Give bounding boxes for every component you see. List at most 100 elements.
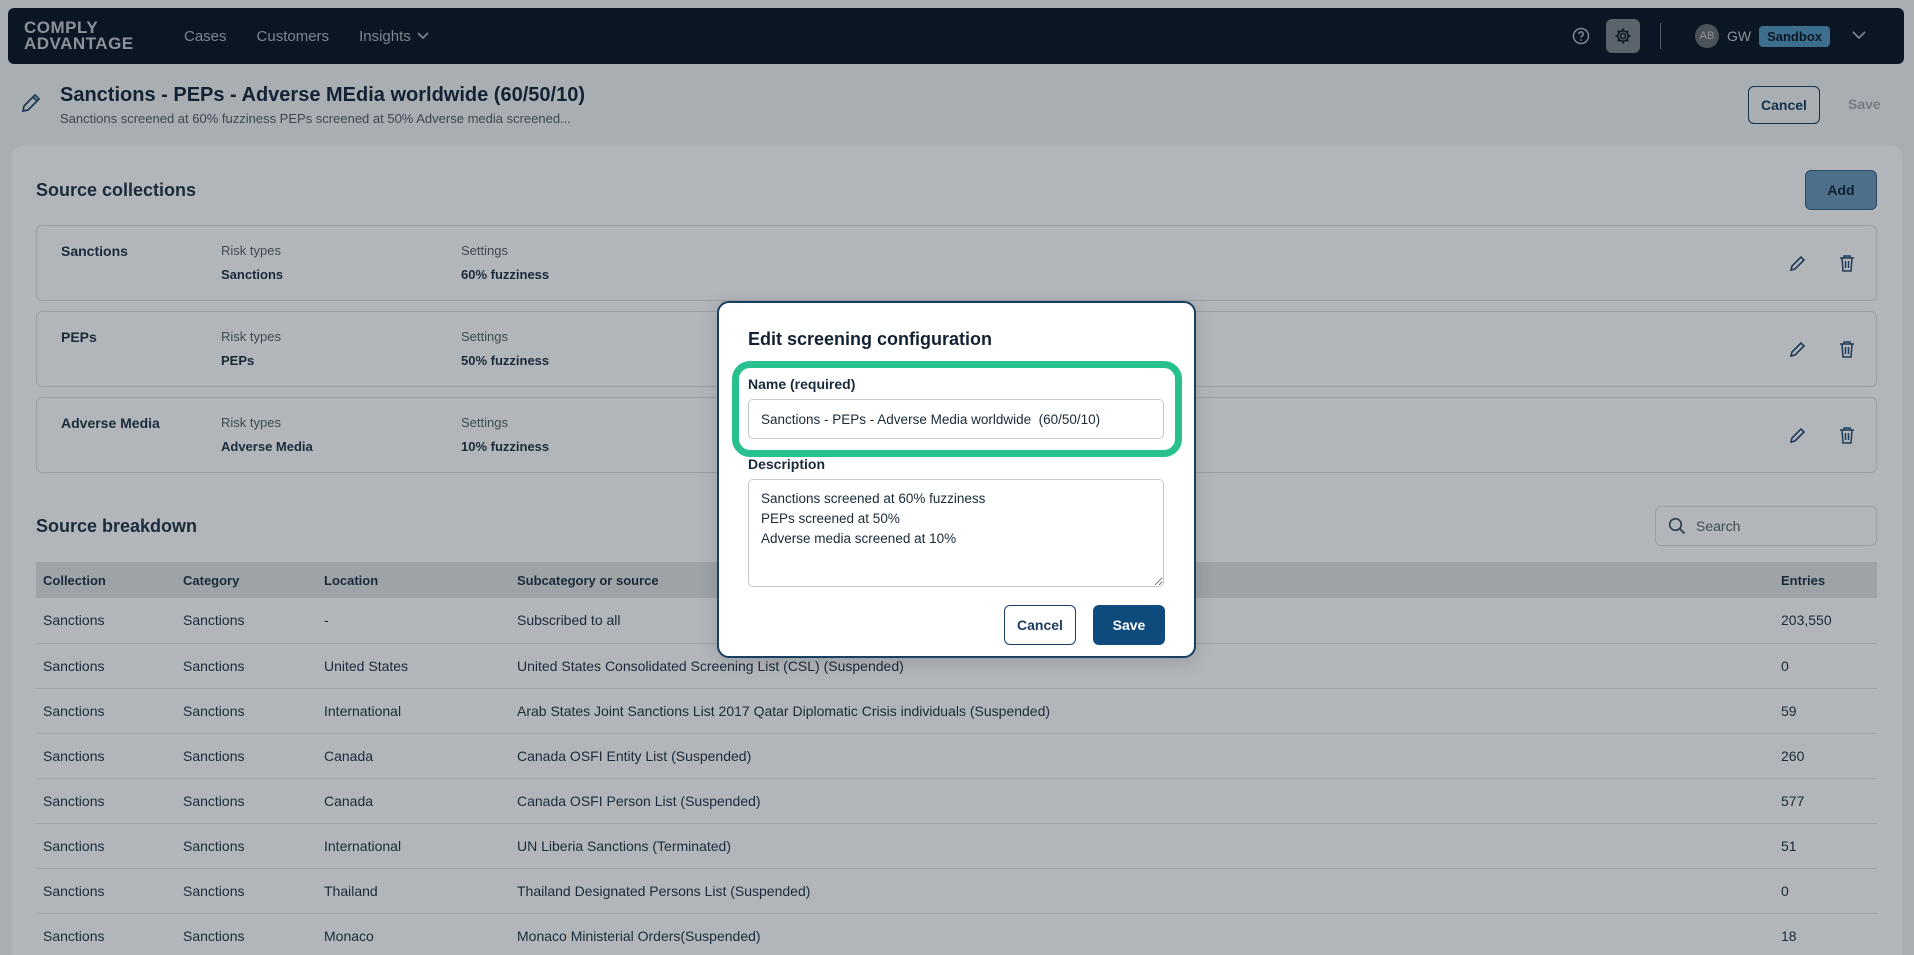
table-cell: 260 xyxy=(1774,733,1877,779)
nav-item-insights[interactable]: Insights xyxy=(359,28,429,45)
trash-icon xyxy=(1840,341,1854,358)
table-cell: Sanctions xyxy=(176,733,317,779)
edit-collection-button[interactable] xyxy=(1787,252,1809,274)
table-cell: International xyxy=(317,688,510,734)
table-cell: Monaco Ministerial Orders(Suspended) xyxy=(510,913,1774,955)
table-cell: 51 xyxy=(1774,823,1877,869)
source-collections-title: Source collections xyxy=(36,180,197,200)
nav-item-cases[interactable]: Cases xyxy=(184,28,227,45)
table-cell: Monaco xyxy=(317,913,510,955)
table-cell: Sanctions xyxy=(36,778,176,824)
table-cell: Sanctions xyxy=(36,688,176,734)
table-cell: UN Liberia Sanctions (Terminated) xyxy=(510,823,1774,869)
edit-title-button[interactable] xyxy=(20,92,42,119)
delete-collection-button[interactable] xyxy=(1836,252,1858,274)
add-collection-button[interactable]: Add xyxy=(1805,170,1877,210)
table-cell: International xyxy=(317,823,510,869)
nav-divider xyxy=(1659,23,1661,49)
env-badge: Sandbox xyxy=(1759,25,1830,47)
table-row[interactable]: Sanctions Sanctions International UN Liberi… xyxy=(36,823,1877,869)
avatar[interactable]: AB xyxy=(1694,24,1719,48)
table-cell: Canada OSFI Person List (Suspended) xyxy=(510,778,1774,824)
collection-row: Sanctions Risk types Sanctions Settings … xyxy=(36,225,1877,301)
delete-collection-button[interactable] xyxy=(1836,424,1858,446)
trash-icon xyxy=(1840,255,1854,272)
settings-value: 50% fuzziness xyxy=(461,353,550,368)
table-cell: Canada xyxy=(317,733,510,779)
table-cell: 0 xyxy=(1774,643,1877,689)
table-cell: Sanctions xyxy=(36,643,176,689)
risk-types-value: PEPs xyxy=(221,353,255,368)
help-button[interactable] xyxy=(1564,19,1598,53)
collection-name: Adverse Media xyxy=(61,415,160,431)
column-header[interactable]: Location xyxy=(317,562,510,598)
edit-screening-dialog: Edit screening configuration Name (requi… xyxy=(717,301,1196,658)
table-cell: Sanctions xyxy=(176,688,317,734)
column-header[interactable]: Entries xyxy=(1774,562,1877,598)
edit-collection-button[interactable] xyxy=(1787,424,1809,446)
top-nav: COMPLY ADVANTAGE Cases Customers Insight… xyxy=(8,8,1904,64)
header-cancel-button[interactable]: Cancel xyxy=(1748,86,1820,124)
column-header[interactable]: Collection xyxy=(36,562,176,598)
edit-collection-button[interactable] xyxy=(1787,338,1809,360)
collection-name: Sanctions xyxy=(61,243,128,259)
table-cell: Sanctions xyxy=(176,823,317,869)
settings-label: Settings xyxy=(461,329,508,344)
nav-item-label: Insights xyxy=(359,27,411,45)
table-cell: 59 xyxy=(1774,688,1877,734)
table-cell: 0 xyxy=(1774,868,1877,914)
collection-name: PEPs xyxy=(61,329,97,345)
page-title: Sanctions - PEPs - Adverse MEdia worldwi… xyxy=(60,84,585,106)
delete-collection-button[interactable] xyxy=(1836,338,1858,360)
description-textarea[interactable]: Sanctions screened at 60% fuzziness PEPs… xyxy=(748,479,1164,587)
table-cell: 18 xyxy=(1774,913,1877,955)
search-icon xyxy=(1668,517,1686,535)
account-menu-toggle[interactable] xyxy=(1852,27,1866,45)
risk-types-value: Sanctions xyxy=(221,267,284,282)
settings-value: 10% fuzziness xyxy=(461,439,550,454)
logo[interactable]: COMPLY ADVANTAGE xyxy=(24,19,154,53)
risk-types-label: Risk types xyxy=(221,415,281,430)
name-input[interactable] xyxy=(748,399,1164,439)
table-row[interactable]: Sanctions Sanctions Monaco Monaco Ministeri… xyxy=(36,913,1877,955)
table-cell: Sanctions xyxy=(176,913,317,955)
chevron-down-icon xyxy=(1852,31,1866,40)
table-row[interactable]: Sanctions Sanctions Canada Canada OSFI Enti… xyxy=(36,733,1877,779)
table-cell: 577 xyxy=(1774,778,1877,824)
search-box xyxy=(1655,506,1877,546)
pencil-icon xyxy=(1789,341,1806,358)
logo-line2: ADVANTAGE xyxy=(24,34,134,53)
table-cell: Thailand xyxy=(317,868,510,914)
risk-types-label: Risk types xyxy=(221,329,281,344)
table-cell: Sanctions xyxy=(176,643,317,689)
table-cell: Arab States Joint Sanctions List 2017 Qa… xyxy=(510,688,1774,734)
pencil-icon xyxy=(1789,255,1806,272)
gear-icon xyxy=(1615,28,1631,44)
table-cell: Sanctions xyxy=(36,868,176,914)
search-input[interactable] xyxy=(1696,518,1856,534)
table-row[interactable]: Sanctions Sanctions Canada Canada OSFI Pers… xyxy=(36,778,1877,824)
risk-types-label: Risk types xyxy=(221,243,281,258)
pencil-icon xyxy=(21,93,41,113)
settings-label: Settings xyxy=(461,415,508,430)
pencil-icon xyxy=(1789,427,1806,444)
header-save-button[interactable]: Save xyxy=(1848,96,1881,112)
dialog-cancel-button[interactable]: Cancel xyxy=(1004,605,1076,645)
table-cell: 203,550 xyxy=(1774,598,1877,644)
table-cell: United States xyxy=(317,643,510,689)
table-cell: Sanctions xyxy=(36,598,176,644)
table-cell: Sanctions xyxy=(176,778,317,824)
dialog-save-button[interactable]: Save xyxy=(1093,605,1165,645)
settings-button[interactable] xyxy=(1605,19,1640,53)
table-cell: Sanctions xyxy=(36,823,176,869)
table-cell: Sanctions xyxy=(176,868,317,914)
name-label: Name (required) xyxy=(748,376,856,392)
risk-types-value: Adverse Media xyxy=(221,439,313,454)
trash-icon xyxy=(1840,427,1854,444)
column-header[interactable]: Category xyxy=(176,562,317,598)
table-row[interactable]: Sanctions Sanctions Thailand Thailand Desig… xyxy=(36,868,1877,914)
page-subtitle: Sanctions screened at 60% fuzziness PEPs… xyxy=(60,111,571,126)
nav-item-label: Customers xyxy=(256,27,330,45)
table-row[interactable]: Sanctions Sanctions International Arab Stat… xyxy=(36,688,1877,734)
nav-item-customers[interactable]: Customers xyxy=(257,28,330,45)
